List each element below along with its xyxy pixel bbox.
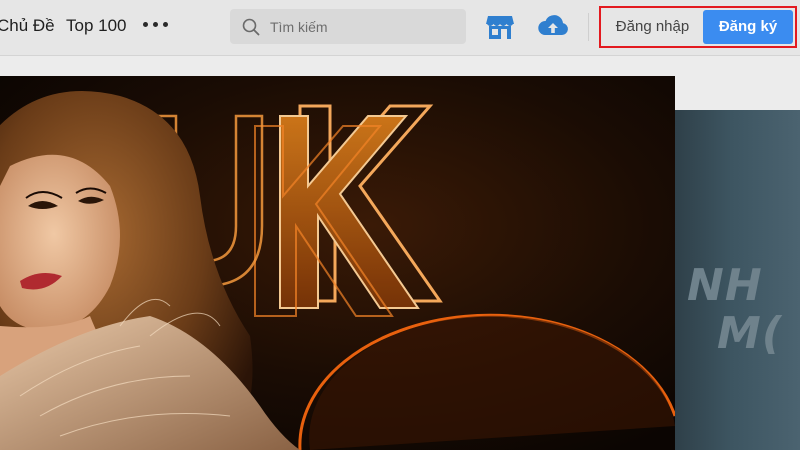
header-divider (588, 13, 589, 41)
hero-banner[interactable] (0, 76, 675, 450)
nav-top100[interactable]: Top 100 (66, 16, 127, 36)
side-banner-text-1: NH (687, 260, 763, 311)
top-header: Chủ Đề Top 100 Đăng nhập Đăng ký (0, 0, 800, 56)
search-bar[interactable] (230, 9, 466, 44)
more-dots-icon[interactable] (141, 18, 171, 32)
login-button[interactable]: Đăng nhập (603, 10, 702, 44)
cloud-upload-icon[interactable] (537, 13, 569, 39)
nav-topics[interactable]: Chủ Đề (0, 16, 55, 36)
side-banner-text-2: M( (717, 308, 783, 359)
side-banner[interactable]: NH M( (675, 110, 800, 450)
search-icon (242, 18, 260, 36)
register-button[interactable]: Đăng ký (703, 10, 793, 44)
search-input[interactable] (270, 9, 458, 44)
store-icon[interactable] (485, 12, 515, 40)
